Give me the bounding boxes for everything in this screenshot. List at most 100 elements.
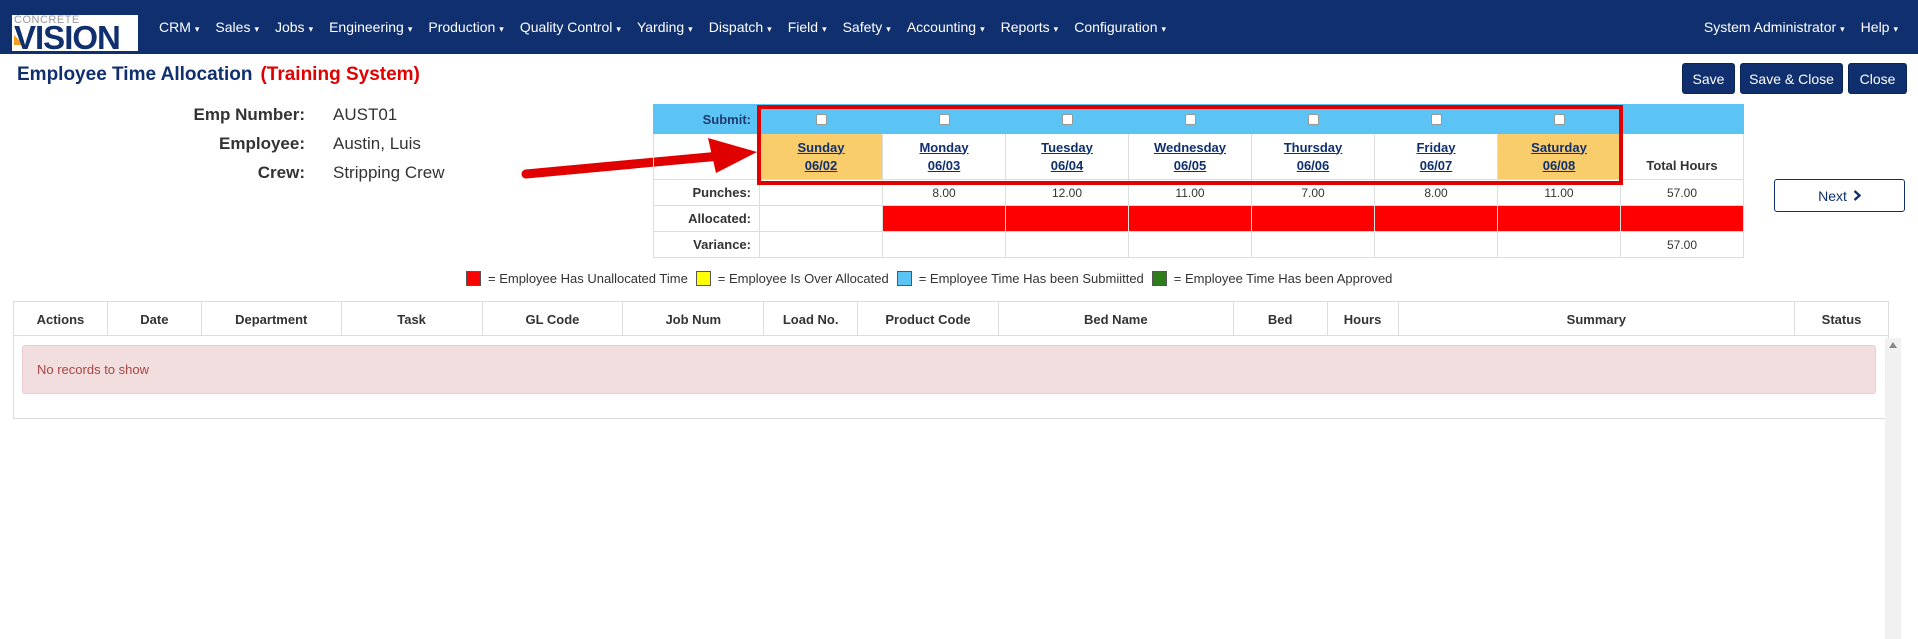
nav-safety[interactable]: Safety ▾ xyxy=(843,19,891,35)
variance-wednesday xyxy=(1128,231,1252,258)
nav-accounting[interactable]: Accounting ▾ xyxy=(907,19,985,35)
nav-crm[interactable]: CRM ▾ xyxy=(159,19,199,35)
submit-checkbox-sunday[interactable] xyxy=(815,114,827,126)
col-header-date[interactable]: Date xyxy=(108,302,202,336)
col-header-bed[interactable]: Bed xyxy=(1234,302,1328,336)
concrete-vision-logo[interactable]: CONCRETE VISION xyxy=(12,15,138,51)
nav-engineering[interactable]: Engineering ▾ xyxy=(329,19,412,35)
nav-production[interactable]: Production ▾ xyxy=(428,19,503,35)
day-date: 06/07 xyxy=(1419,157,1453,173)
caret-down-icon: ▾ xyxy=(1893,24,1898,34)
col-header-actions[interactable]: Actions xyxy=(14,302,108,336)
allocated-row: Allocated: xyxy=(653,205,1744,232)
col-header-job-num[interactable]: Job Num xyxy=(623,302,765,336)
nav-label: Configuration xyxy=(1074,19,1158,35)
day-link-friday[interactable]: Friday 06/07 xyxy=(1375,139,1497,175)
day-date: 06/08 xyxy=(1542,157,1576,173)
day-name: Saturday xyxy=(1531,139,1587,155)
chevron-right-icon xyxy=(1853,188,1862,204)
caret-down-icon: ▾ xyxy=(980,24,985,34)
nav-label: Sales xyxy=(215,19,251,35)
col-header-summary[interactable]: Summary xyxy=(1399,302,1796,336)
nav-label: Reports xyxy=(1000,19,1050,35)
nav-label: Jobs xyxy=(274,19,305,35)
allocated-label: Allocated: xyxy=(653,205,760,232)
nav-field[interactable]: Field ▾ xyxy=(788,19,827,35)
punches-row: Punches: 8.00 12.00 11.00 7.00 8.00 11.0… xyxy=(653,179,1744,206)
legend-item-approved: = Employee Time Has been Approved xyxy=(1151,271,1392,286)
nav-quality-control[interactable]: Quality Control ▾ xyxy=(520,19,621,35)
nav-label: Accounting xyxy=(906,19,977,35)
save-and-close-button[interactable]: Save & Close xyxy=(1740,63,1843,94)
variance-label: Variance: xyxy=(653,231,760,258)
col-header-gl-code[interactable]: GL Code xyxy=(483,302,624,336)
caret-down-icon: ▾ xyxy=(767,24,772,34)
caret-down-icon: ▾ xyxy=(194,24,200,34)
nav-help[interactable]: Help ▾ xyxy=(1861,19,1898,35)
status-legend: = Employee Has Unallocated Time = Employ… xyxy=(466,271,1400,286)
close-button[interactable]: Close xyxy=(1848,63,1907,94)
top-navbar: CONCRETE VISION CRM ▾ Sales ▾ Jobs ▾ Engine… xyxy=(0,0,1918,54)
nav-yarding[interactable]: Yarding ▾ xyxy=(637,19,693,35)
submit-checkbox-wednesday[interactable] xyxy=(1184,114,1196,126)
submit-label: Submit: xyxy=(653,104,760,134)
day-cell-sunday: Sunday 06/02 xyxy=(759,133,883,180)
col-header-department[interactable]: Department xyxy=(202,302,342,336)
nav-label: Engineering xyxy=(329,19,404,35)
caret-down-icon: ▾ xyxy=(688,24,693,34)
day-link-monday[interactable]: Monday 06/03 xyxy=(883,139,1005,175)
page-scrollbar[interactable] xyxy=(1885,338,1901,639)
day-cell-wednesday: Wednesday 06/05 xyxy=(1128,133,1252,180)
day-link-sunday[interactable]: Sunday 06/02 xyxy=(760,139,882,175)
variance-friday xyxy=(1374,231,1498,258)
nav-reports[interactable]: Reports ▾ xyxy=(1001,19,1059,35)
submit-checkbox-monday[interactable] xyxy=(938,114,950,126)
user-menu-area: System Administrator ▾ Help ▾ xyxy=(1688,0,1898,54)
day-cell-tuesday: Tuesday 06/04 xyxy=(1005,133,1129,180)
nav-configuration[interactable]: Configuration ▾ xyxy=(1074,19,1166,35)
allocated-saturday xyxy=(1497,205,1621,232)
submit-checkbox-tuesday[interactable] xyxy=(1061,114,1073,126)
col-header-product-code[interactable]: Product Code xyxy=(858,302,999,336)
day-link-tuesday[interactable]: Tuesday 06/04 xyxy=(1006,139,1128,175)
nav-label: Dispatch xyxy=(708,19,764,35)
nav-jobs[interactable]: Jobs ▾ xyxy=(275,19,313,35)
caret-down-icon: ▾ xyxy=(616,24,621,34)
page-title: Employee Time Allocation (Training System… xyxy=(17,64,420,86)
nav-dispatch[interactable]: Dispatch ▾ xyxy=(709,19,772,35)
col-header-bed-name[interactable]: Bed Name xyxy=(999,302,1234,336)
scroll-up-arrow-icon[interactable] xyxy=(1889,342,1897,348)
caret-down-icon: ▾ xyxy=(308,24,314,34)
day-date: 06/04 xyxy=(1050,157,1084,173)
crew-value: Stripping Crew xyxy=(333,163,445,182)
caret-down-icon: ▾ xyxy=(1053,24,1059,34)
day-link-saturday[interactable]: Saturday 06/08 xyxy=(1498,139,1620,175)
next-week-button[interactable]: Next xyxy=(1774,179,1905,212)
caret-down-icon: ▾ xyxy=(407,24,413,34)
allocated-wednesday xyxy=(1128,205,1252,232)
punches-total: 57.00 xyxy=(1620,179,1744,206)
submit-checkbox-thursday[interactable] xyxy=(1307,114,1319,126)
day-link-thursday[interactable]: Thursday 06/06 xyxy=(1252,139,1374,175)
nav-label: Safety xyxy=(842,19,883,35)
submit-total-cell xyxy=(1620,104,1744,134)
legend-swatch-blue xyxy=(896,271,912,286)
save-button[interactable]: Save xyxy=(1682,63,1735,94)
nav-user-menu[interactable]: System Administrator ▾ xyxy=(1704,19,1845,35)
submit-checkbox-saturday[interactable] xyxy=(1553,114,1565,126)
nav-label: Field xyxy=(787,19,819,35)
next-label: Next xyxy=(1818,187,1847,204)
submit-checkbox-friday[interactable] xyxy=(1430,114,1442,126)
day-name: Wednesday xyxy=(1153,139,1226,155)
day-name: Sunday xyxy=(797,139,845,155)
col-header-task[interactable]: Task xyxy=(342,302,483,336)
variance-thursday xyxy=(1251,231,1375,258)
col-header-load-no[interactable]: Load No. xyxy=(764,302,859,336)
day-link-wednesday[interactable]: Wednesday 06/05 xyxy=(1129,139,1251,175)
variance-row: Variance: 57.00 xyxy=(653,231,1744,258)
nav-label: CRM xyxy=(159,19,191,35)
col-header-hours[interactable]: Hours xyxy=(1328,302,1399,336)
nav-sales[interactable]: Sales ▾ xyxy=(215,19,259,35)
no-records-message: No records to show xyxy=(22,345,1876,394)
col-header-status[interactable]: Status xyxy=(1795,302,1888,336)
